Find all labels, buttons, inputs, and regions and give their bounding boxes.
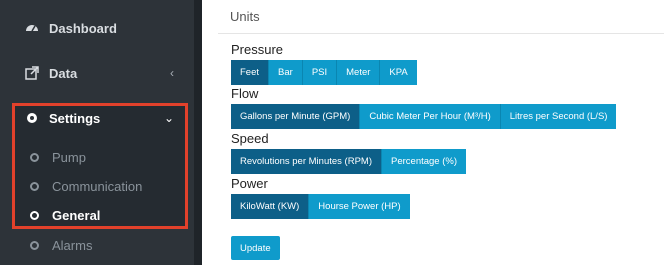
power-label: Power (231, 176, 268, 191)
dashboard-icon (25, 21, 39, 35)
speed-option-percentage[interactable]: Percentage (%) (382, 149, 467, 174)
speed-button-group: Revolutions per Minutes (RPM) Percentage… (231, 149, 467, 174)
sidebar-item-dashboard[interactable]: Dashboard (0, 13, 194, 43)
sidebar-item-label: Data (49, 65, 78, 81)
power-option-hp[interactable]: Hourse Power (HP) (309, 194, 410, 219)
flow-label: Flow (231, 86, 259, 101)
circle-icon (30, 240, 39, 250)
flow-option-m3h[interactable]: Cubic Meter Per Hour (M³/H) (360, 104, 501, 129)
pressure-label: Pressure (231, 42, 284, 57)
sidebar-item-data[interactable]: Data ‹ (0, 58, 194, 88)
power-button-group: KiloWatt (KW) Hourse Power (HP) (231, 194, 410, 219)
app-root: Dashboard Data ‹ Settings ⌄ Pump Communi… (0, 0, 664, 265)
page-title: Units (218, 0, 664, 34)
settings-highlight-box (12, 103, 188, 229)
speed-label: Speed (231, 131, 269, 146)
pressure-option-meter[interactable]: Meter (337, 60, 381, 85)
sidebar: Dashboard Data ‹ Settings ⌄ Pump Communi… (0, 0, 194, 265)
flow-button-group: Gallons per Minute (GPM) Cubic Meter Per… (231, 104, 617, 129)
pressure-option-psi[interactable]: PSI (302, 60, 338, 85)
pressure-option-bar[interactable]: Bar (269, 60, 303, 85)
main-content: Units Pressure Feet Bar PSI Meter KPA Fl… (218, 0, 664, 265)
subitem-label: Alarms (52, 237, 93, 253)
flow-option-gpm[interactable]: Gallons per Minute (GPM) (231, 104, 361, 129)
speed-option-rpm[interactable]: Revolutions per Minutes (RPM) (231, 149, 382, 174)
pressure-option-kpa[interactable]: KPA (380, 60, 417, 85)
sidebar-item-alarms[interactable]: Alarms (0, 232, 180, 258)
flow-option-ls[interactable]: Litres per Second (L/S) (500, 104, 617, 129)
sidebar-item-label: Dashboard (49, 20, 117, 36)
sidebar-divider (194, 0, 202, 265)
chevron-left-icon: ‹ (170, 66, 174, 80)
pressure-button-group: Feet Bar PSI Meter KPA (231, 60, 417, 85)
update-button[interactable]: Update (231, 236, 280, 260)
pressure-option-feet[interactable]: Feet (231, 60, 270, 85)
power-option-kw[interactable]: KiloWatt (KW) (231, 194, 310, 219)
external-link-icon (25, 66, 39, 80)
